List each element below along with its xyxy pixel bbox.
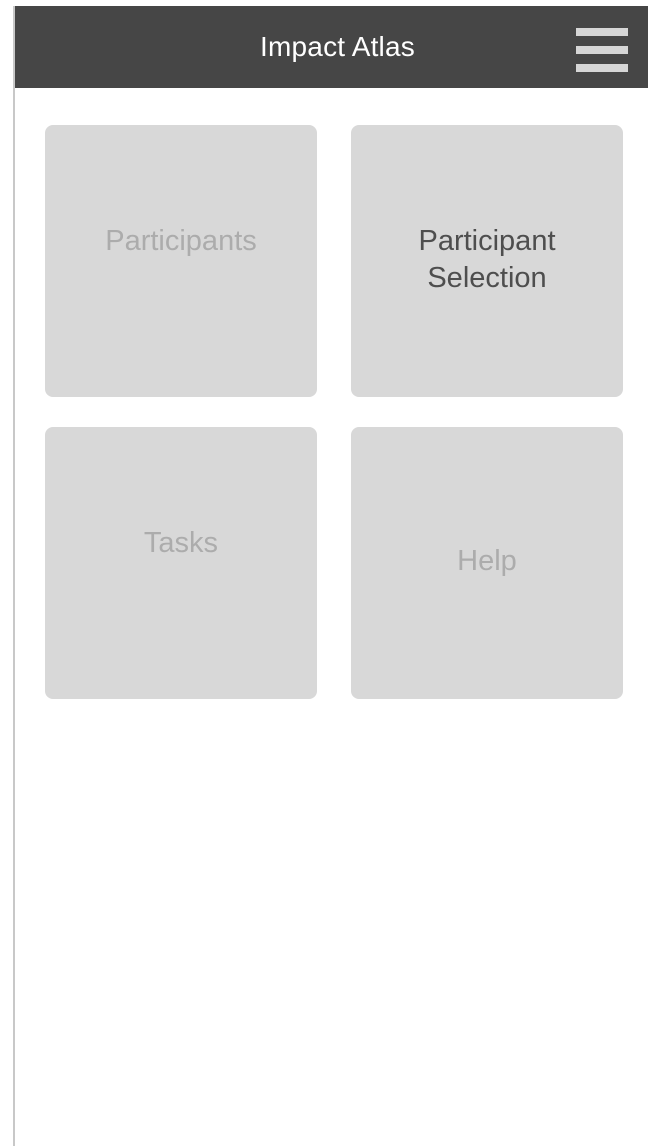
tile-help[interactable]: Help	[351, 427, 623, 699]
menu-bar-middle	[576, 46, 628, 54]
tile-participant-selection-label-line-1: Participant	[418, 225, 556, 257]
menu-bar-top	[576, 28, 628, 36]
tile-participants-label: Participants	[105, 225, 257, 257]
tile-participants[interactable]: Participants	[45, 125, 317, 397]
tile-tasks[interactable]: Tasks	[45, 427, 317, 699]
tile-participant-selection-label-line-2: Selection	[427, 262, 547, 294]
menu-bar-bottom	[576, 64, 628, 72]
app-title: Impact Atlas	[260, 31, 415, 62]
app-header: Impact Atlas	[15, 6, 648, 88]
left-border-divider	[13, 6, 15, 1146]
hamburger-menu-icon[interactable]	[576, 28, 628, 72]
app-screen: Impact Atlas Participants Participant Se…	[0, 0, 648, 1146]
tile-tasks-label: Tasks	[143, 527, 219, 559]
tile-participant-selection[interactable]: Participant Selection	[351, 125, 623, 397]
tile-help-label: Help	[457, 545, 517, 577]
tile-participant-selection-label: Participant Selection	[351, 223, 623, 297]
